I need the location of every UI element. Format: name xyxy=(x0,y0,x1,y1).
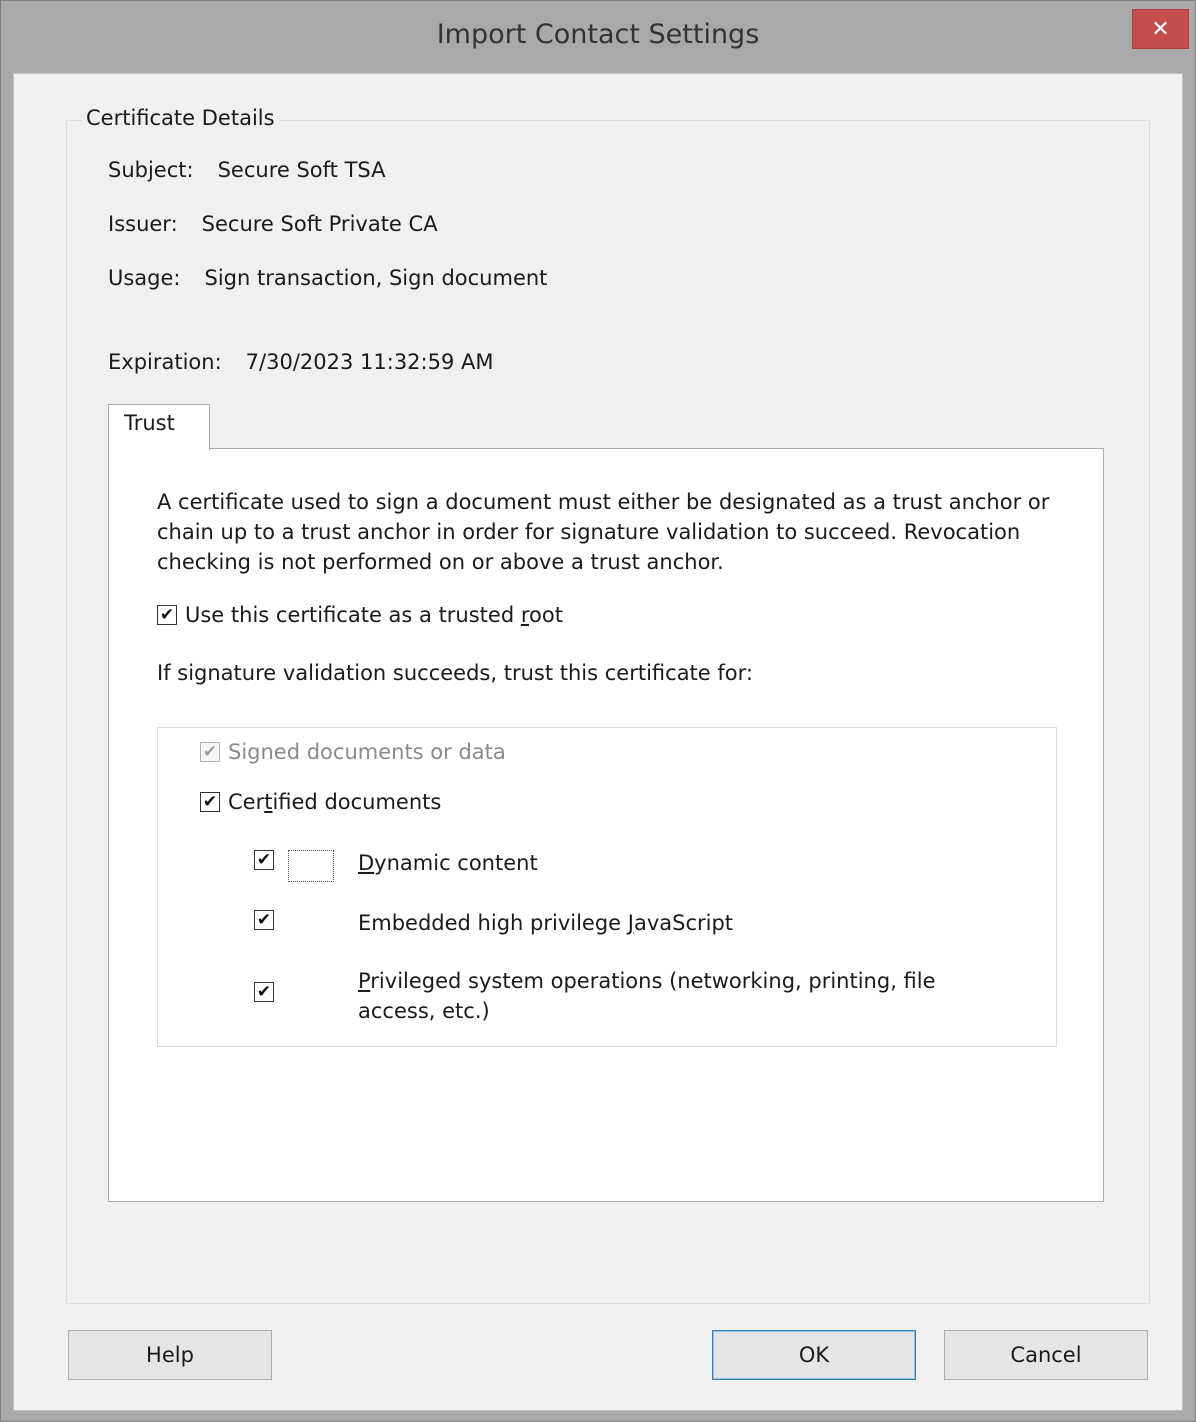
window-title: Import Contact Settings xyxy=(436,19,760,50)
title-bar[interactable]: Import Contact Settings ✕ xyxy=(1,1,1195,73)
dynamic-content-access-key: D xyxy=(358,851,375,875)
issuer-label: Issuer: xyxy=(108,212,178,236)
issuer-row: Issuer: Secure Soft Private CA xyxy=(108,212,438,236)
signed-documents-label: Signed documents or data xyxy=(228,740,506,764)
javascript-label-post: avaScript xyxy=(633,911,734,935)
subject-value: Secure Soft TSA xyxy=(217,158,386,182)
trust-intro-text: If signature validation succeeds, trust … xyxy=(157,661,753,685)
certificate-details-legend: Certificate Details xyxy=(82,106,279,130)
check-icon: ✔ xyxy=(202,791,218,812)
trusted-root-access-key: r xyxy=(520,603,530,627)
check-icon: ✔ xyxy=(256,981,272,1002)
trusted-root-checkbox[interactable]: ✔ xyxy=(157,605,177,625)
check-icon: ✔ xyxy=(256,909,272,930)
dynamic-content-label-post: ynamic content xyxy=(374,851,538,875)
signed-documents-checkbox: ✔ xyxy=(200,742,220,762)
certified-documents-option[interactable]: ✔ Certified documents xyxy=(200,790,441,814)
trusted-root-label-post: oot xyxy=(529,603,563,627)
usage-value: Sign transaction, Sign document xyxy=(204,266,548,290)
check-icon: ✔ xyxy=(256,849,272,870)
system-operations-label[interactable]: Privileged system operations (networking… xyxy=(358,966,958,1026)
check-icon: ✔ xyxy=(159,604,175,625)
check-icon: ✔ xyxy=(202,741,218,762)
close-icon: ✕ xyxy=(1151,16,1170,42)
javascript-checkbox-row[interactable]: ✔ xyxy=(254,910,282,930)
trusted-root-label-pre: Use this certificate as a trusted xyxy=(185,603,521,627)
certified-documents-label-post: ified documents xyxy=(272,790,442,814)
usage-row: Usage: Sign transaction, Sign document xyxy=(108,266,547,290)
system-operations-access-key: P xyxy=(358,969,371,993)
javascript-label-pre: Embedded high privilege xyxy=(358,911,628,935)
close-button[interactable]: ✕ xyxy=(1132,9,1189,49)
subject-label: Subject: xyxy=(108,158,194,182)
certified-documents-label-pre: Cer xyxy=(228,790,265,814)
dynamic-content-checkbox[interactable]: ✔ xyxy=(254,850,274,870)
dynamic-content-checkbox-row[interactable]: ✔ xyxy=(254,850,282,870)
dialog-client-area: Certificate Details Subject: Secure Soft … xyxy=(13,73,1183,1411)
expiration-label: Expiration: xyxy=(108,350,222,374)
trusted-root-option[interactable]: ✔ Use this certificate as a trusted root xyxy=(157,603,563,627)
focus-indicator xyxy=(288,850,334,882)
ok-button[interactable]: OK xyxy=(712,1330,916,1380)
trust-options-box: ✔ Signed documents or data ✔ Certified d… xyxy=(157,727,1057,1047)
subject-row: Subject: Secure Soft TSA xyxy=(108,158,386,182)
help-button[interactable]: Help xyxy=(68,1330,272,1380)
certified-documents-label: Certified documents xyxy=(228,790,441,814)
dynamic-content-label[interactable]: Dynamic content xyxy=(358,848,538,878)
tab-trust[interactable]: Trust xyxy=(108,404,210,450)
usage-label: Usage: xyxy=(108,266,181,290)
javascript-checkbox[interactable]: ✔ xyxy=(254,910,274,930)
expiration-value: 7/30/2023 11:32:59 AM xyxy=(245,350,494,374)
signed-documents-option: ✔ Signed documents or data xyxy=(200,740,506,764)
certified-documents-checkbox[interactable]: ✔ xyxy=(200,792,220,812)
trust-tab-panel: A certificate used to sign a document mu… xyxy=(108,448,1104,1202)
system-operations-label-post: rivileged system operations (networking,… xyxy=(358,969,936,1023)
issuer-value: Secure Soft Private CA xyxy=(201,212,438,236)
dialog-window: Import Contact Settings ✕ Certificate De… xyxy=(0,0,1196,1422)
system-operations-checkbox-row[interactable]: ✔ xyxy=(254,982,282,1002)
expiration-row: Expiration: 7/30/2023 11:32:59 AM xyxy=(108,350,494,374)
trusted-root-label: Use this certificate as a trusted root xyxy=(185,603,563,627)
system-operations-checkbox[interactable]: ✔ xyxy=(254,982,274,1002)
trust-description: A certificate used to sign a document mu… xyxy=(157,490,1050,574)
javascript-label[interactable]: Embedded high privilege JavaScript xyxy=(358,908,733,938)
cancel-button[interactable]: Cancel xyxy=(944,1330,1148,1380)
